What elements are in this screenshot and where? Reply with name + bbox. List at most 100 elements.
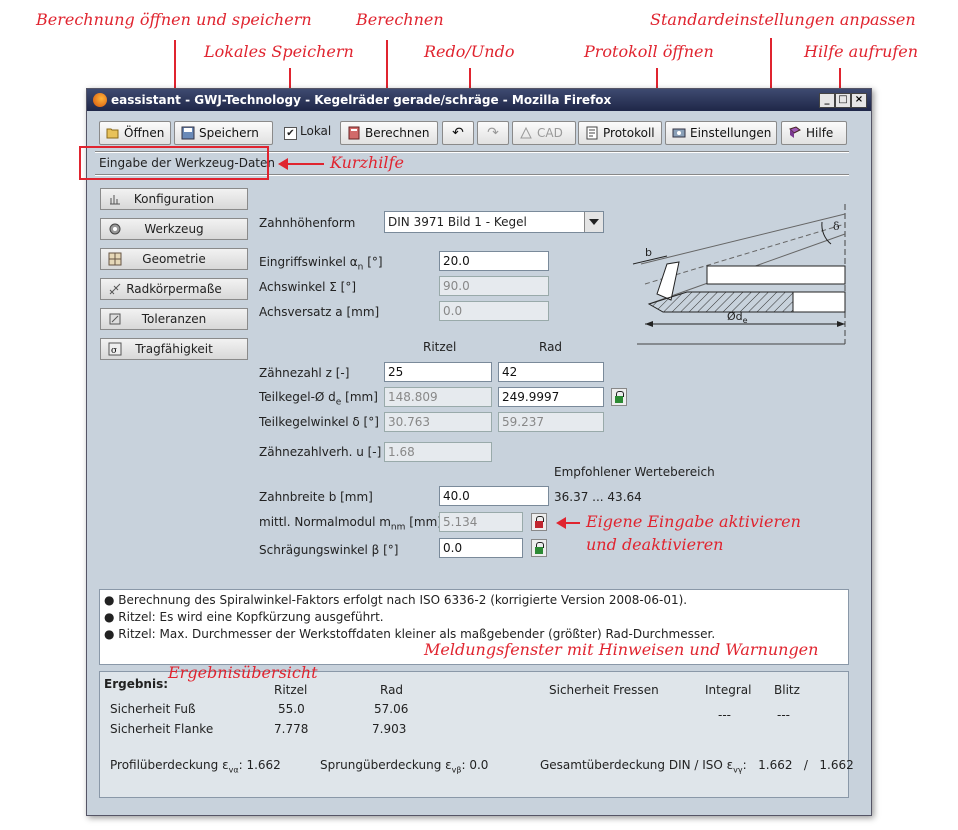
- annotation-arrow: [556, 517, 580, 529]
- geometry-icon: [108, 252, 122, 266]
- flank-safety-pinion: 7.778: [274, 722, 309, 736]
- settings-icon: [672, 128, 686, 137]
- teeth-pinion-input[interactable]: 25: [384, 362, 492, 382]
- foot-safety-wheel: 57.06: [374, 702, 409, 716]
- module-input[interactable]: 5.134: [439, 512, 523, 532]
- nav-label: Geometrie: [142, 252, 206, 266]
- pitch-diameter-wheel-input[interactable]: 249.9997: [498, 387, 604, 407]
- save-label: Speichern: [199, 126, 259, 140]
- annotation-result-overview: Ergebnisübersicht: [168, 663, 318, 682]
- helix-angle-label: Schrägungswinkel β [°]: [259, 543, 399, 557]
- tooth-form-value: DIN 3971 Bild 1 - Kegel: [388, 215, 527, 229]
- message-item: ● Ritzel: Es wird eine Kopfkürzung ausge…: [104, 610, 384, 624]
- bevel-gear-diagram: b δ Øde: [632, 204, 846, 345]
- jump-overlap: Sprungüberdeckung εvβ: 0.0: [320, 758, 489, 775]
- nav-label: Tragfähigkeit: [135, 342, 213, 356]
- nav-geometry[interactable]: Geometrie: [100, 248, 248, 270]
- firefox-icon: [93, 93, 107, 107]
- protocol-button[interactable]: Protokoll: [578, 121, 662, 145]
- safety-fressen-header: Sicherheit Fressen: [549, 683, 659, 697]
- nav-label: Radkörpermaße: [126, 282, 222, 296]
- face-width-input[interactable]: 40.0: [439, 486, 549, 506]
- undo-button[interactable]: ↶: [442, 121, 474, 145]
- save-icon: [181, 126, 195, 139]
- maximize-button[interactable]: □: [835, 93, 851, 108]
- tooth-form-label: Zahnhöhenform: [259, 216, 356, 230]
- module-label: mittl. Normalmodul mnm [mm]: [259, 515, 442, 533]
- pitch-angle-pinion-input[interactable]: 30.763: [384, 412, 492, 432]
- pitch-diameter-label: Teilkegel-Ø de [mm]: [259, 390, 378, 408]
- open-button[interactable]: Öffnen: [99, 121, 171, 145]
- chevron-down-icon[interactable]: [584, 212, 603, 232]
- document-icon: [586, 126, 598, 139]
- quick-help-highlight: [79, 146, 269, 180]
- pitch-angle-label: Teilkegelwinkel δ [°]: [259, 415, 379, 429]
- message-item: ● Berechnung des Spiralwinkel-Faktors er…: [104, 593, 688, 607]
- cad-button[interactable]: CAD: [512, 121, 576, 145]
- result-title: Ergebnis:: [104, 677, 169, 691]
- diagram-b-label: b: [645, 246, 652, 259]
- annotation-own-input-2: und deaktivieren: [586, 535, 724, 554]
- tooth-form-select[interactable]: DIN 3971 Bild 1 - Kegel: [384, 211, 604, 233]
- profile-overlap: Profilüberdeckung εvα: 1.662: [110, 758, 281, 775]
- integral-value: ---: [718, 708, 731, 722]
- local-checkbox[interactable]: ✔: [284, 127, 297, 140]
- undo-icon: ↶: [452, 125, 464, 141]
- pressure-angle-label: Eingriffswinkel αn [°]: [259, 255, 383, 273]
- pitch-diameter-pinion-input[interactable]: 148.809: [384, 387, 492, 407]
- lock-icon[interactable]: [611, 388, 627, 406]
- close-button[interactable]: ×: [851, 93, 867, 108]
- pressure-angle-input[interactable]: 20.0: [439, 251, 549, 271]
- redo-button[interactable]: ↷: [477, 121, 509, 145]
- teeth-wheel-input[interactable]: 42: [498, 362, 604, 382]
- help-button[interactable]: Hilfe: [781, 121, 847, 145]
- result-wheel-header: Rad: [380, 683, 404, 697]
- message-item: ● Ritzel: Max. Durchmesser der Werkstoff…: [104, 627, 716, 641]
- nav-tolerances[interactable]: Toleranzen: [100, 308, 248, 330]
- blitz-header: Blitz: [774, 683, 800, 697]
- nav-wheel-body[interactable]: Radkörpermaße: [100, 278, 248, 300]
- nav-configuration[interactable]: Konfiguration: [100, 188, 248, 210]
- help-label: Hilfe: [806, 126, 834, 140]
- annotation-help: Hilfe aufrufen: [804, 42, 919, 61]
- svg-text:σ: σ: [111, 346, 117, 356]
- annotation-local-save: Lokales Speichern: [204, 42, 354, 61]
- cad-label: CAD: [537, 126, 563, 140]
- lock-icon[interactable]: [531, 513, 547, 531]
- foot-safety-label: Sicherheit Fuß: [110, 702, 196, 716]
- helix-angle-input[interactable]: 0.0: [439, 538, 523, 558]
- protocol-label: Protokoll: [603, 126, 655, 140]
- calculate-button[interactable]: Berechnen: [340, 121, 438, 145]
- offset-input[interactable]: 0.0: [439, 301, 549, 321]
- nav-capacity[interactable]: σ Tragfähigkeit: [100, 338, 248, 360]
- cad-icon: [520, 126, 532, 138]
- flank-safety-wheel: 7.903: [372, 722, 407, 736]
- ratio-label: Zähnezahlverh. u [-]: [259, 445, 382, 459]
- lock-icon[interactable]: [531, 539, 547, 557]
- teeth-label: Zähnezahl z [-]: [259, 366, 350, 380]
- save-button[interactable]: Speichern: [174, 121, 273, 145]
- face-width-range: 36.37 ... 43.64: [554, 490, 642, 504]
- annotation-protocol: Protokoll öffnen: [584, 42, 714, 61]
- calculate-label: Berechnen: [365, 126, 430, 140]
- integral-header: Integral: [705, 683, 752, 697]
- face-width-label: Zahnbreite b [mm]: [259, 490, 373, 504]
- minimize-button[interactable]: _: [819, 93, 835, 108]
- redo-icon: ↷: [487, 125, 499, 141]
- diagram-delta-label: δ: [833, 220, 840, 233]
- result-pinion-header: Ritzel: [274, 683, 308, 697]
- nav-tool[interactable]: Werkzeug: [100, 218, 248, 240]
- nav-label: Werkzeug: [144, 222, 204, 236]
- annotation-arrow: [278, 158, 324, 170]
- folder-open-icon: [106, 128, 119, 138]
- annotation-open-save: Berechnung öffnen und speichern: [36, 10, 312, 29]
- window-title: eassistant - GWJ-Technology - Kegelräder…: [111, 93, 612, 107]
- capacity-icon: σ: [108, 342, 122, 356]
- settings-label: Einstellungen: [690, 126, 772, 140]
- ratio-input[interactable]: 1.68: [384, 442, 492, 462]
- help-book-icon: [789, 125, 801, 138]
- shaft-angle-input[interactable]: 90.0: [439, 276, 549, 296]
- settings-button[interactable]: Einstellungen: [665, 121, 777, 145]
- annotation-quick-help: Kurzhilfe: [330, 153, 404, 172]
- pitch-angle-wheel-input[interactable]: 59.237: [498, 412, 604, 432]
